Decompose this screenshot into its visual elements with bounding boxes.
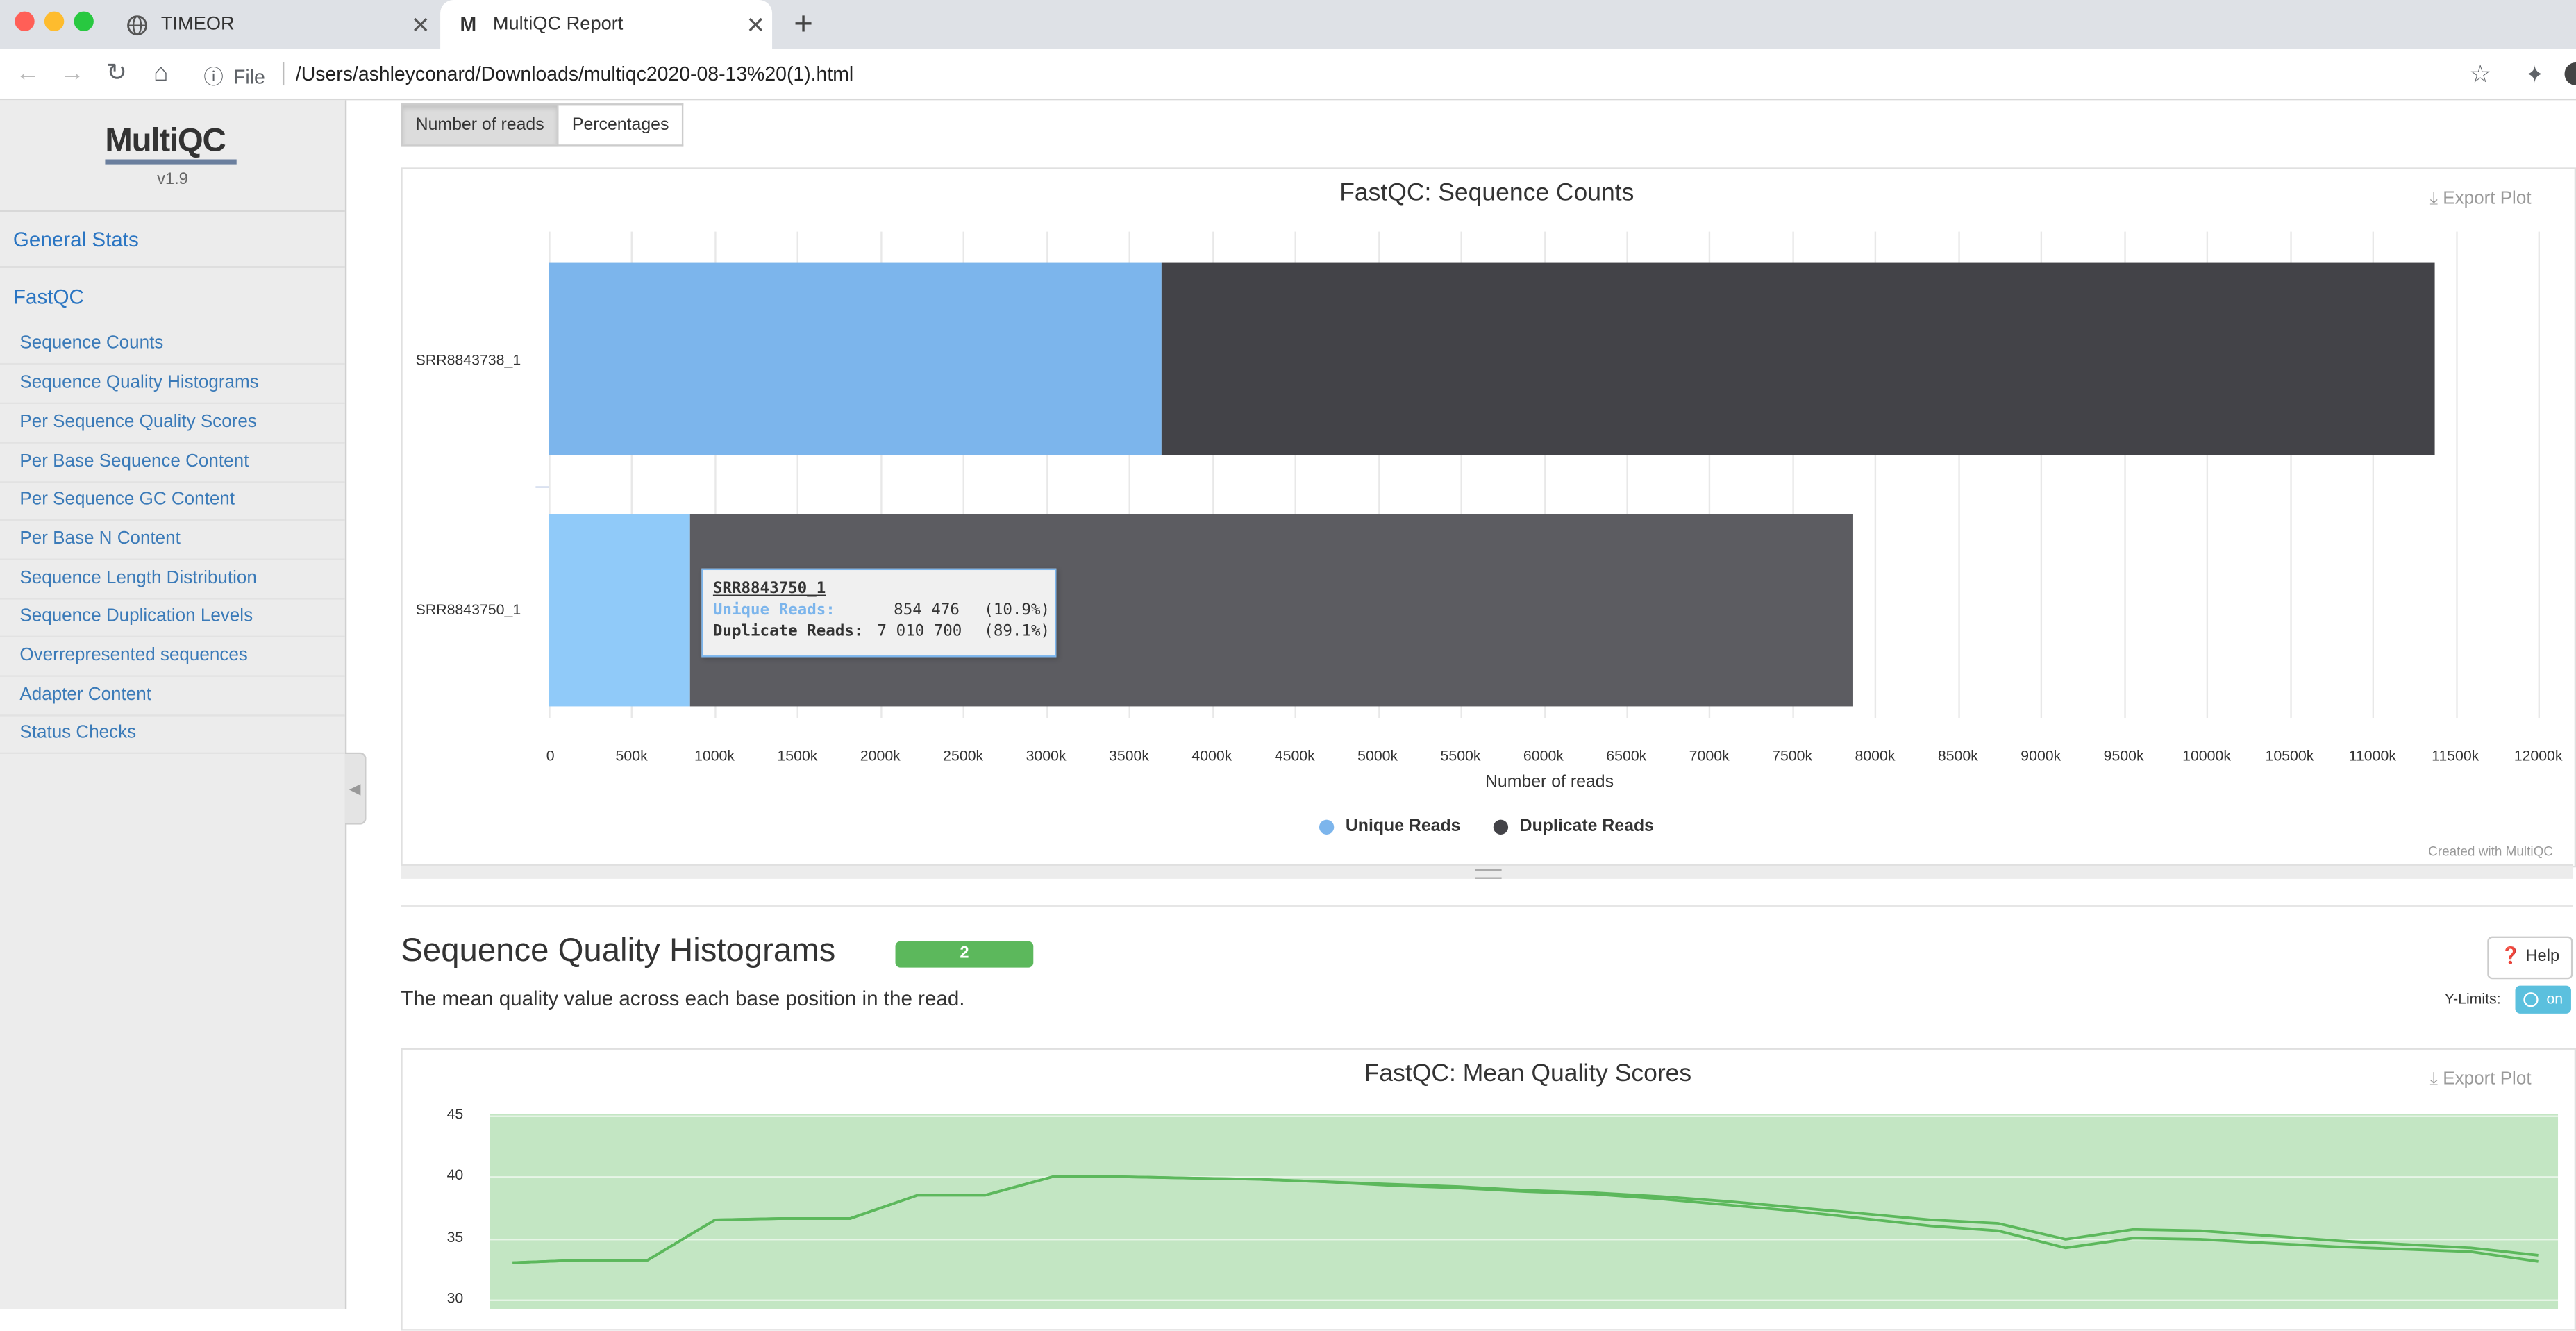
quality-lines [512,1175,2539,1264]
quality-line-2[interactable] [512,1175,2539,1264]
